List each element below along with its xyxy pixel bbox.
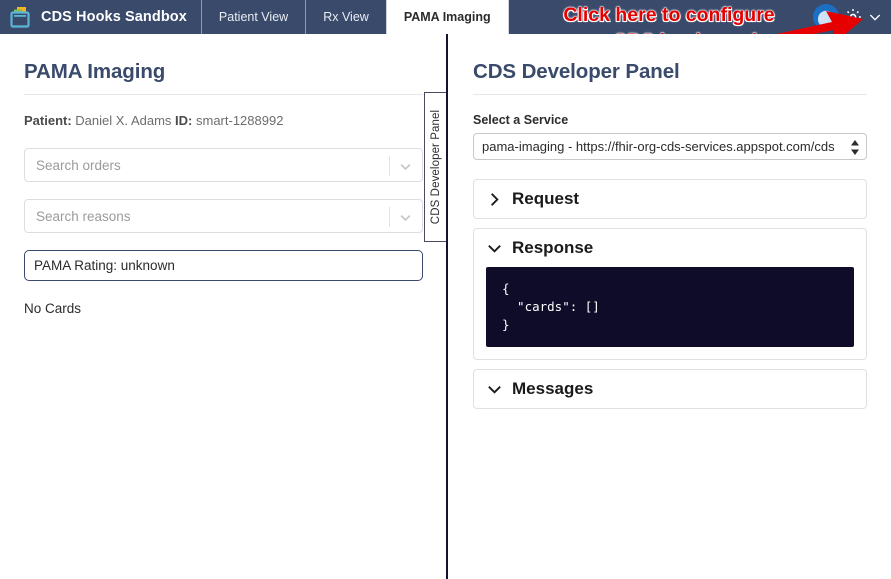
service-select[interactable]: pama-imaging - https://fhir-org-cds-serv… bbox=[473, 133, 867, 160]
chevron-down-icon[interactable] bbox=[398, 210, 413, 225]
cds-developer-panel: CDS Developer Panel Select a Service pam… bbox=[449, 34, 891, 579]
select-service-label: Select a Service bbox=[473, 113, 569, 127]
input-separator bbox=[389, 207, 390, 227]
accordion-request-header[interactable]: Request bbox=[474, 180, 866, 218]
accordion-messages[interactable]: Messages bbox=[473, 369, 867, 409]
chevron-down-icon bbox=[486, 240, 503, 257]
patient-name: Daniel X. Adams bbox=[75, 113, 172, 128]
accordion-messages-label: Messages bbox=[512, 379, 594, 398]
tab-rx-view[interactable]: Rx View bbox=[305, 0, 387, 34]
accordion-response[interactable]: Response { "cards": [] } bbox=[473, 228, 867, 360]
pama-rating-field: PAMA Rating: unknown bbox=[24, 250, 423, 281]
patient-view-pane: PAMA Imaging Patient: Daniel X. Adams ID… bbox=[0, 34, 447, 579]
patient-info: Patient: Daniel X. Adams ID: smart-12889… bbox=[24, 113, 423, 128]
pane-divider[interactable] bbox=[446, 34, 448, 579]
app-root: CDS Hooks Sandbox Patient View Rx View P… bbox=[0, 0, 891, 579]
patient-label: Patient: bbox=[24, 113, 72, 128]
sandbox-window-logo-icon bbox=[10, 6, 32, 28]
user-avatar[interactable] bbox=[813, 4, 839, 30]
tab-patient-view[interactable]: Patient View bbox=[200, 0, 307, 34]
brand-title: CDS Hooks Sandbox bbox=[41, 9, 187, 25]
search-orders-placeholder: Search orders bbox=[36, 157, 121, 173]
search-orders-input[interactable]: Search orders bbox=[24, 148, 423, 182]
gear-icon[interactable] bbox=[843, 7, 863, 27]
select-stepper-icon bbox=[850, 138, 860, 157]
accordion-request-label: Request bbox=[512, 189, 580, 208]
patient-id-label: ID: bbox=[175, 113, 193, 128]
chevron-down-icon bbox=[486, 381, 503, 398]
service-select-value: pama-imaging - https://fhir-org-cds-serv… bbox=[482, 139, 835, 154]
no-cards-message: No Cards bbox=[24, 301, 82, 316]
accordion-response-label: Response bbox=[512, 238, 594, 257]
side-tab-label: CDS Developer Panel bbox=[429, 109, 442, 225]
chevron-right-icon bbox=[486, 191, 503, 208]
brand[interactable]: CDS Hooks Sandbox bbox=[0, 0, 201, 34]
tab-pama-imaging[interactable]: PAMA Imaging bbox=[385, 0, 509, 34]
pama-rating-value: PAMA Rating: unknown bbox=[34, 258, 175, 273]
accordion-response-header[interactable]: Response bbox=[474, 229, 866, 267]
search-reasons-input[interactable]: Search reasons bbox=[24, 199, 423, 233]
input-separator bbox=[389, 156, 390, 176]
panel-title: CDS Developer Panel bbox=[473, 60, 680, 83]
accordion-request[interactable]: Request bbox=[473, 179, 867, 219]
accordion-messages-header[interactable]: Messages bbox=[474, 370, 866, 408]
top-navigation-bar: CDS Hooks Sandbox Patient View Rx View P… bbox=[0, 0, 891, 34]
accordion-response-body: { "cards": [] } bbox=[474, 267, 866, 359]
navbar-right-controls bbox=[813, 0, 891, 34]
patient-id-value: smart-1288992 bbox=[196, 113, 284, 128]
chevron-down-icon[interactable] bbox=[867, 9, 883, 25]
search-reasons-placeholder: Search reasons bbox=[36, 208, 131, 224]
view-tabs: Patient View Rx View PAMA Imaging bbox=[200, 0, 509, 34]
title-divider bbox=[24, 94, 423, 95]
panel-title-divider bbox=[473, 94, 867, 95]
cds-developer-panel-toggle[interactable]: CDS Developer Panel bbox=[424, 92, 446, 242]
page-title: PAMA Imaging bbox=[24, 60, 166, 83]
chevron-down-icon[interactable] bbox=[398, 159, 413, 174]
response-json: { "cards": [] } bbox=[486, 267, 854, 347]
